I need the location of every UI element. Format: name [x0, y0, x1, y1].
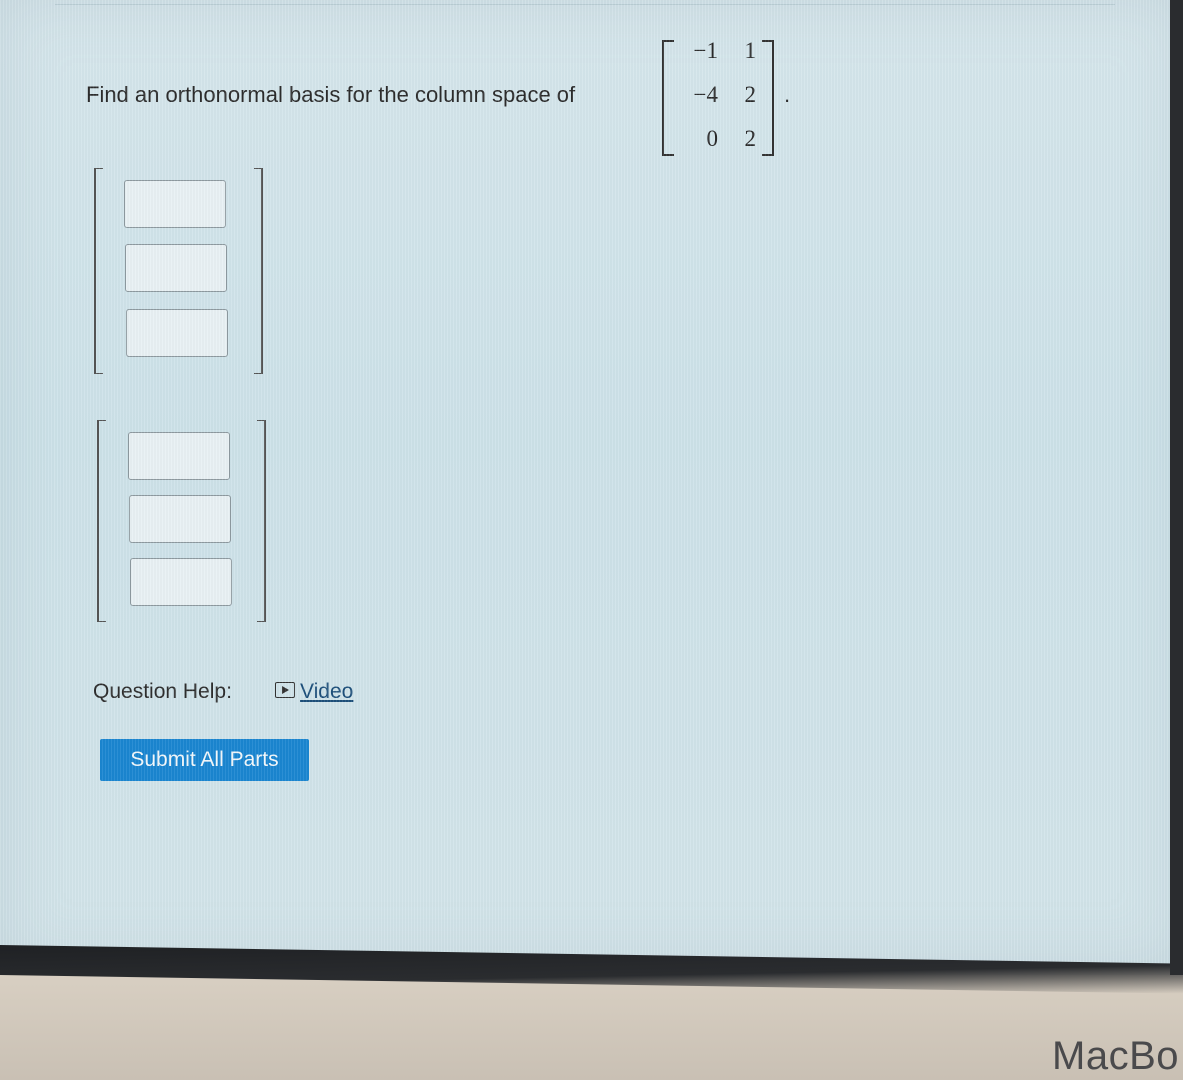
vector-2-entry-3-input[interactable] [130, 558, 232, 606]
matrix-right-bracket [762, 40, 774, 156]
device-brand-label: MacBo [1052, 1034, 1179, 1078]
browser-screen: Find an orthonormal basis for the column… [0, 0, 1183, 965]
vector-2-entry-1-input[interactable] [128, 432, 230, 480]
submit-all-parts-button[interactable]: Submit All Parts [100, 739, 309, 781]
answer-vector-1 [94, 168, 266, 374]
screen-right-bezel [1170, 0, 1183, 990]
vector-1-entry-2-input[interactable] [125, 244, 227, 292]
top-divider [55, 4, 1115, 5]
vector-1-entry-3-input[interactable] [126, 309, 228, 357]
vector-2-entry-2-input[interactable] [129, 495, 231, 543]
vector-1-entry-1-input[interactable] [124, 180, 226, 228]
matrix-cell-r3c2: 2 [744, 126, 757, 151]
matrix-left-bracket [662, 40, 674, 156]
matrix-period: . [784, 82, 791, 107]
question-help-label: Question Help: [93, 680, 232, 703]
play-icon [275, 682, 295, 699]
matrix-cell-r1c2: 1 [744, 38, 757, 63]
vector-1-right-bracket [254, 168, 263, 374]
matrix-cell-r1c1: −1 [693, 38, 718, 63]
question-prompt: Find an orthonormal basis for the column… [86, 82, 576, 107]
matrix-cell-r2c1: −4 [693, 82, 718, 107]
vector-2-left-bracket [97, 420, 106, 622]
video-link-label: Video [300, 680, 354, 703]
question-matrix: −1 1 −4 2 0 2 [658, 36, 780, 156]
matrix-cell-r3c1: 0 [706, 126, 719, 151]
vector-1-left-bracket [94, 168, 103, 374]
vector-2-right-bracket [257, 420, 266, 622]
answer-vector-2 [97, 420, 269, 622]
video-link[interactable]: Video [275, 680, 353, 704]
matrix-cell-r2c2: 2 [744, 82, 757, 107]
